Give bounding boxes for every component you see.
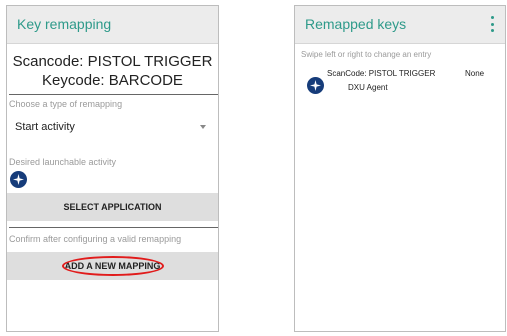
red-highlight-ellipse bbox=[62, 256, 164, 276]
remap-type-value: Start activity bbox=[15, 121, 75, 133]
scancode-label: Scancode: PISTOL TRIGGER bbox=[12, 53, 213, 70]
screen-title: Remapped keys bbox=[305, 16, 407, 32]
keycode-label: Keycode: BARCODE bbox=[42, 72, 183, 89]
scancode-keycode-block: Scancode: PISTOL TRIGGER Keycode: BARCOD… bbox=[7, 44, 218, 90]
overflow-menu-icon[interactable] bbox=[489, 16, 495, 32]
zebra-app-icon bbox=[307, 77, 324, 94]
zebra-app-icon bbox=[10, 171, 27, 188]
entry-app-name: DXU Agent bbox=[348, 83, 388, 92]
desired-activity-hint: Desired launchable activity bbox=[9, 157, 117, 167]
remap-type-dropdown[interactable]: Start activity bbox=[15, 113, 218, 141]
divider bbox=[9, 94, 218, 95]
app-bar: Remapped keys bbox=[295, 6, 505, 44]
divider bbox=[9, 227, 218, 228]
entry-scancode: ScanCode: PISTOL TRIGGER bbox=[327, 69, 436, 78]
add-mapping-wrapper: ADD A NEW MAPPING bbox=[7, 252, 218, 280]
remapped-keys-screen: Remapped keys Swipe left or right to cha… bbox=[294, 5, 506, 332]
select-application-button[interactable]: SELECT APPLICATION bbox=[7, 193, 218, 221]
screen-title: Key remapping bbox=[17, 16, 112, 32]
app-bar: Key remapping bbox=[7, 6, 218, 44]
confirm-hint: Confirm after configuring a valid remapp… bbox=[9, 234, 182, 244]
dropdown-arrow-icon bbox=[200, 125, 206, 129]
activity-icon-row bbox=[7, 169, 218, 193]
list-item[interactable]: ScanCode: PISTOL TRIGGER None DXU Agent bbox=[295, 67, 505, 97]
choose-type-hint: Choose a type of remapping bbox=[9, 99, 123, 109]
key-remapping-screen: Key remapping Scancode: PISTOL TRIGGER K… bbox=[6, 5, 219, 332]
entry-keycode: None bbox=[465, 69, 485, 78]
swipe-hint: Swipe left or right to change an entry bbox=[301, 50, 432, 59]
